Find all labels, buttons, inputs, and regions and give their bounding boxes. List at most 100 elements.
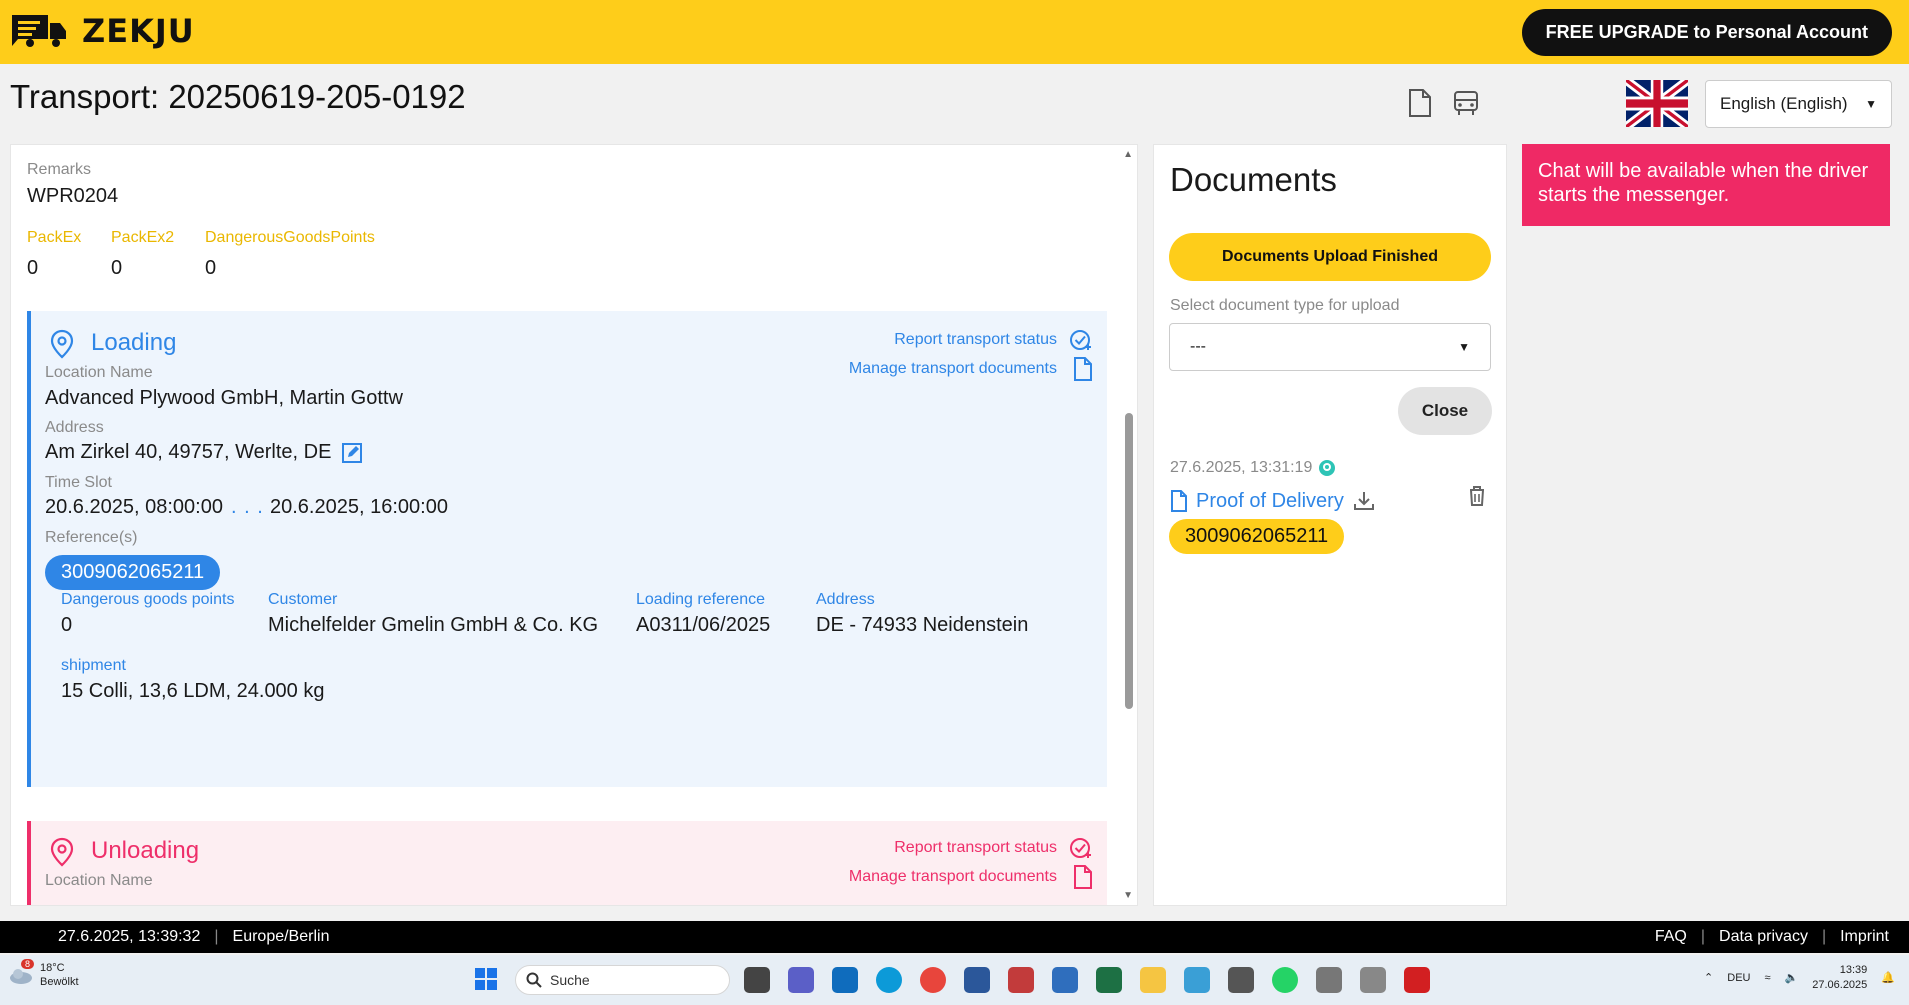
ref-customer-value: Michelfelder Gmelin GmbH & Co. KG	[268, 614, 599, 636]
ref-loading-reference-label: Loading reference	[636, 591, 765, 608]
document-icon[interactable]	[1073, 865, 1093, 889]
weather-notification-badge: 8	[21, 959, 35, 970]
document-type-select[interactable]: --- ▼	[1169, 323, 1491, 371]
input-language[interactable]: DEU	[1727, 972, 1750, 984]
trash-icon[interactable]	[1467, 485, 1487, 507]
bell-icon[interactable]: 🔔	[1881, 971, 1895, 984]
outlook-icon[interactable]	[832, 967, 858, 993]
acrobat-icon[interactable]	[1404, 967, 1430, 993]
loading-title: Loading	[91, 329, 177, 356]
unloading-title: Unloading	[91, 837, 200, 864]
clock-date: 27.06.2025	[1812, 978, 1868, 991]
document-icon	[1171, 490, 1187, 512]
ref-address-value: DE - 74933 Neidenstein	[816, 614, 1029, 636]
check-circle-plus-icon[interactable]	[1069, 328, 1093, 352]
scrollbar-thumb[interactable]	[1125, 413, 1133, 709]
transport-details-panel[interactable]: Remarks WPR0204 PackEx 0 PackEx2 0 Dange…	[10, 144, 1138, 906]
packex-label: PackEx	[27, 229, 82, 246]
document-reference-badge: 3009062065211	[1169, 519, 1345, 554]
location-pin-icon	[50, 837, 74, 867]
taskbar-search[interactable]: Suche	[515, 965, 730, 995]
clock-time: 13:39	[1839, 964, 1868, 976]
excel-icon[interactable]	[1096, 967, 1122, 993]
search-icon	[526, 972, 542, 988]
external-edit-icon[interactable]	[341, 442, 363, 464]
chevron-up-icon[interactable]: ⌃	[1704, 971, 1713, 984]
documents-upload-finished-button[interactable]: Documents Upload Finished	[1169, 233, 1491, 281]
footer-separator: |	[1700, 928, 1706, 945]
packex-value: 0	[27, 257, 39, 279]
file-explorer-icon[interactable]	[1140, 967, 1166, 993]
dangerous-goods-points-value: 0	[205, 257, 217, 279]
brand-name: ZEKJU	[82, 12, 195, 50]
close-button[interactable]: Close	[1398, 387, 1492, 435]
scanner-icon[interactable]	[1360, 967, 1386, 993]
footer-datetime: 27.6.2025, 13:39:32	[58, 928, 201, 945]
driver-avatar-icon	[1319, 460, 1336, 476]
system-clock[interactable]: 13:39 27.06.2025	[1812, 963, 1867, 993]
truck-chat-icon	[12, 15, 66, 47]
loading-timeslot-to: 20.6.2025, 16:00:00	[270, 496, 448, 518]
weather-widget[interactable]: 8 18°C Bewölkt	[8, 959, 79, 990]
vertical-scrollbar[interactable]: ▲ ▼	[1119, 145, 1137, 905]
download-icon[interactable]	[1352, 489, 1376, 513]
wifi-icon[interactable]: ≈	[1764, 972, 1770, 984]
edge-icon[interactable]	[876, 967, 902, 993]
remarks-value: WPR0204	[27, 185, 119, 207]
store-icon[interactable]	[1052, 967, 1078, 993]
snipping-tool-icon[interactable]	[1184, 967, 1210, 993]
check-circle-plus-icon[interactable]	[1069, 836, 1093, 860]
chrome-icon[interactable]	[920, 967, 946, 993]
document-icon[interactable]	[1073, 357, 1093, 381]
windows-start-icon[interactable]	[474, 967, 498, 991]
ref-dgp-value: 0	[61, 614, 73, 636]
truck-front-icon[interactable]	[1451, 88, 1481, 118]
dangerous-goods-points-label: DangerousGoodsPoints	[205, 229, 375, 246]
teams-icon[interactable]	[788, 967, 814, 993]
footer-separator: |	[1821, 928, 1827, 945]
imprint-link[interactable]: Imprint	[1840, 928, 1889, 946]
brand-logo[interactable]: ZEKJU	[10, 12, 195, 50]
data-privacy-link[interactable]: Data privacy	[1719, 928, 1808, 946]
location-pin-icon	[50, 329, 74, 359]
loading-references-label: Reference(s)	[45, 529, 138, 546]
document-name[interactable]: Proof of Delivery	[1196, 490, 1344, 513]
faq-link[interactable]: FAQ	[1655, 928, 1687, 946]
document-type-label: Select document type for upload	[1170, 297, 1400, 314]
free-upgrade-button[interactable]: FREE UPGRADE to Personal Account	[1521, 9, 1892, 56]
packex2-value: 0	[111, 257, 123, 279]
top-bar: ZEKJU FREE UPGRADE to Personal Account	[0, 0, 1909, 64]
weather-temperature: 18°C	[40, 962, 65, 974]
loading-report-status-link[interactable]: Report transport status	[894, 331, 1057, 349]
chevron-down-icon: ▼	[1458, 340, 1470, 354]
document-item[interactable]: Proof of Delivery	[1170, 489, 1376, 513]
fax-icon[interactable]	[1316, 967, 1342, 993]
loading-timeslot-label: Time Slot	[45, 474, 112, 491]
document-timestamp-text: 27.6.2025, 13:31:19	[1170, 459, 1313, 476]
loading-manage-documents-link[interactable]: Manage transport documents	[849, 360, 1057, 378]
document-icon[interactable]	[1407, 88, 1433, 118]
footer-bar: 27.6.2025, 13:39:32 | Europe/Berlin FAQ …	[0, 921, 1909, 953]
whatsapp-icon[interactable]	[1272, 967, 1298, 993]
unloading-report-status-link[interactable]: Report transport status	[894, 839, 1057, 857]
chart-app-icon[interactable]	[1008, 967, 1034, 993]
documents-title: Documents	[1170, 161, 1337, 198]
unloading-section: Unloading Report transport status Manage…	[27, 821, 1107, 905]
chat-unavailable-notice: Chat will be available when the driver s…	[1522, 144, 1890, 226]
reference-badge[interactable]: 3009062065211	[45, 555, 221, 590]
ref-shipment-value: 15 Colli, 13,6 LDM, 24.000 kg	[61, 680, 325, 702]
unloading-location-label: Location Name	[45, 872, 153, 889]
scroll-up-arrow-icon[interactable]: ▲	[1123, 149, 1133, 160]
footer-timezone: Europe/Berlin	[232, 928, 330, 945]
ref-customer-label: Customer	[268, 591, 338, 608]
language-select[interactable]: English (English) ▼	[1705, 80, 1892, 128]
scroll-down-arrow-icon[interactable]: ▼	[1123, 890, 1133, 901]
document-type-select-value: ---	[1190, 338, 1206, 355]
printer-app-icon[interactable]	[1228, 967, 1254, 993]
page-title: Transport: 20250619-205-0192	[10, 78, 466, 115]
unloading-manage-documents-link[interactable]: Manage transport documents	[849, 868, 1057, 886]
uk-flag-icon	[1626, 80, 1688, 127]
speaker-icon[interactable]: 🔈	[1785, 971, 1799, 984]
word-icon[interactable]	[964, 967, 990, 993]
task-view-icon[interactable]	[744, 967, 770, 993]
